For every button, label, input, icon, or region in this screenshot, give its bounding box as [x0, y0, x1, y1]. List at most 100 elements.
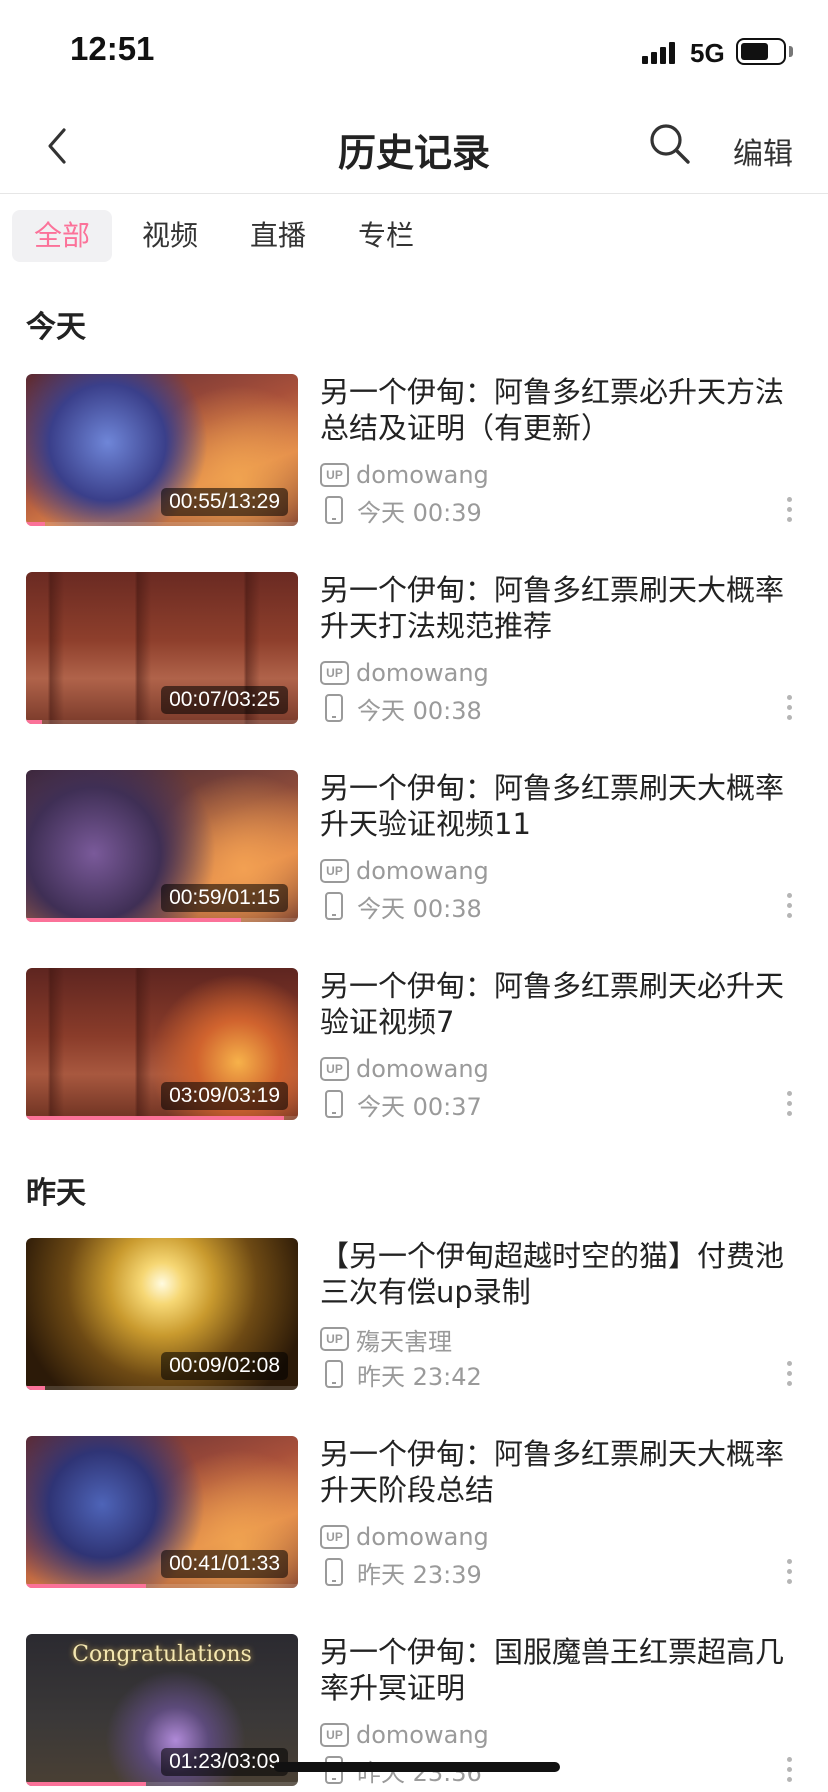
status-bar: 12:51 5G [0, 0, 828, 100]
watched-time-row: 今天 00:39 [320, 494, 482, 527]
watched-time: 今天 00:38 [357, 696, 482, 725]
watched-time: 今天 00:38 [357, 894, 482, 923]
video-title[interactable]: 另一个伊甸：阿鲁多红票刷天大概率升天打法规范推荐 [320, 572, 790, 644]
video-title[interactable]: 【另一个伊甸超越时空的猫】付费池三次有偿up录制 [320, 1238, 790, 1310]
progress-track [26, 1116, 298, 1120]
video-thumbnail[interactable]: 00:55/13:29 [26, 374, 298, 526]
video-thumbnail[interactable]: 03:09/03:19 [26, 968, 298, 1120]
filter-tabs: 全部 视频 直播 专栏 [0, 208, 828, 264]
edit-button[interactable]: 编辑 [733, 129, 793, 173]
phone-icon [325, 1558, 343, 1586]
history-item[interactable]: 00:09/02:08 【另一个伊甸超越时空的猫】付费池三次有偿up录制 UP … [0, 1238, 828, 1391]
video-title[interactable]: 另一个伊甸：阿鲁多红票刷天大概率升天阶段总结 [320, 1436, 790, 1508]
uploader-name: domowang [356, 1055, 489, 1083]
duration-label: 00:09/02:08 [161, 1352, 288, 1380]
watched-time-row: 昨天 23:42 [320, 1358, 482, 1391]
phone-icon [325, 694, 343, 722]
uploader-name: domowang [356, 659, 489, 687]
watched-time: 昨天 23:39 [357, 1560, 482, 1589]
video-title[interactable]: 另一个伊甸：阿鲁多红票必升天方法总结及证明（有更新） [320, 374, 790, 446]
phone-icon [325, 1090, 343, 1118]
status-time: 12:51 [70, 30, 155, 67]
progress-track [26, 1782, 298, 1786]
up-badge-icon: UP [320, 1723, 349, 1747]
video-thumbnail[interactable]: Congratulations 01:23/03:09 [26, 1634, 298, 1786]
more-options-icon[interactable] [786, 1358, 794, 1390]
uploader-row[interactable]: UP domowang [320, 1720, 489, 1750]
more-options-icon[interactable] [786, 1088, 794, 1120]
signal-icon [642, 40, 680, 64]
history-item[interactable]: 00:55/13:29 另一个伊甸：阿鲁多红票必升天方法总结及证明（有更新） U… [0, 374, 828, 527]
watched-time-row: 今天 00:38 [320, 890, 482, 923]
video-thumbnail[interactable]: 00:41/01:33 [26, 1436, 298, 1588]
watch-progress [26, 1782, 146, 1786]
uploader-name: domowang [356, 857, 489, 885]
video-title[interactable]: 另一个伊甸：阿鲁多红票刷天大概率升天验证视频11 [320, 770, 790, 842]
watch-progress [26, 1116, 285, 1120]
search-icon[interactable] [648, 122, 692, 166]
up-badge-icon: UP [320, 859, 349, 883]
watched-time: 今天 00:39 [357, 498, 482, 527]
progress-track [26, 1584, 298, 1588]
more-options-icon[interactable] [786, 692, 794, 724]
uploader-row[interactable]: UP domowang [320, 1054, 489, 1084]
watched-time: 昨天 23:42 [357, 1362, 482, 1391]
up-badge-icon: UP [320, 1057, 349, 1081]
video-thumbnail[interactable]: 00:59/01:15 [26, 770, 298, 922]
more-options-icon[interactable] [786, 1556, 794, 1588]
uploader-row[interactable]: UP domowang [320, 856, 489, 886]
phone-icon [325, 496, 343, 524]
uploader-name: domowang [356, 461, 489, 489]
uploader-row[interactable]: UP 殤天害理 [320, 1324, 452, 1356]
up-badge-icon: UP [320, 661, 349, 685]
video-thumbnail[interactable]: 00:09/02:08 [26, 1238, 298, 1390]
watch-progress [26, 522, 46, 526]
up-badge-icon: UP [320, 1327, 349, 1351]
tab-live[interactable]: 直播 [228, 210, 328, 262]
more-options-icon[interactable] [786, 494, 794, 526]
battery-tip [789, 46, 793, 57]
watch-progress [26, 720, 43, 724]
video-thumbnail[interactable]: 00:07/03:25 [26, 572, 298, 724]
duration-label: 00:41/01:33 [161, 1550, 288, 1578]
uploader-row[interactable]: UP domowang [320, 460, 489, 490]
history-item[interactable]: 00:59/01:15 另一个伊甸：阿鲁多红票刷天大概率升天验证视频11 UP … [0, 770, 828, 923]
home-indicator[interactable] [274, 1762, 560, 1772]
tab-column[interactable]: 专栏 [336, 210, 436, 262]
duration-label: 03:09/03:19 [161, 1082, 288, 1110]
battery-icon [736, 38, 786, 65]
section-title-today: 今天 [26, 310, 86, 345]
watched-time-row: 今天 00:37 [320, 1088, 482, 1121]
progress-track [26, 720, 298, 724]
watch-progress [26, 918, 241, 922]
up-badge-icon: UP [320, 463, 349, 487]
history-item[interactable]: 03:09/03:19 另一个伊甸：阿鲁多红票刷天必升天验证视频7 UP dom… [0, 968, 828, 1121]
tab-video[interactable]: 视频 [120, 210, 220, 262]
uploader-name: 殤天害理 [356, 1327, 452, 1356]
video-title[interactable]: 另一个伊甸：国服魔兽王红票超高几率升冥证明 [320, 1634, 790, 1706]
duration-label: 01:23/03:09 [161, 1748, 288, 1776]
uploader-row[interactable]: UP domowang [320, 658, 489, 688]
tab-all[interactable]: 全部 [12, 210, 112, 262]
video-title[interactable]: 另一个伊甸：阿鲁多红票刷天必升天验证视频7 [320, 968, 790, 1040]
watched-time-row: 今天 00:38 [320, 692, 482, 725]
phone-icon [325, 1360, 343, 1388]
duration-label: 00:07/03:25 [161, 686, 288, 714]
phone-icon [325, 892, 343, 920]
section-title-yesterday: 昨天 [26, 1176, 86, 1211]
progress-track [26, 1386, 298, 1390]
more-options-icon[interactable] [786, 1754, 794, 1786]
thumbnail-overlay-text: Congratulations [72, 1642, 252, 1667]
history-item[interactable]: 00:07/03:25 另一个伊甸：阿鲁多红票刷天大概率升天打法规范推荐 UP … [0, 572, 828, 725]
watched-time-row: 昨天 23:39 [320, 1556, 482, 1589]
uploader-name: domowang [356, 1721, 489, 1749]
uploader-name: domowang [356, 1523, 489, 1551]
watch-progress [26, 1386, 46, 1390]
progress-track [26, 918, 298, 922]
duration-label: 00:55/13:29 [161, 488, 288, 516]
history-item[interactable]: 00:41/01:33 另一个伊甸：阿鲁多红票刷天大概率升天阶段总结 UP do… [0, 1436, 828, 1589]
duration-label: 00:59/01:15 [161, 884, 288, 912]
more-options-icon[interactable] [786, 890, 794, 922]
uploader-row[interactable]: UP domowang [320, 1522, 489, 1552]
watched-time: 今天 00:37 [357, 1092, 482, 1121]
